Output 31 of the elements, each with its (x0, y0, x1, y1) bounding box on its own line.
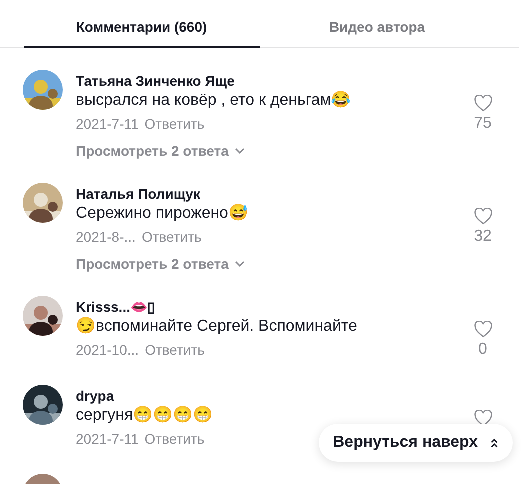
tab[interactable]: Комментарии (660) (24, 10, 260, 48)
comment-text: Сережино пирожено😅 (76, 203, 250, 224)
double-chevron-up-icon (490, 438, 499, 448)
view-replies-button[interactable]: Просмотреть 2 ответа (76, 256, 245, 272)
heart-icon[interactable] (474, 208, 492, 225)
reply-link[interactable]: Ответить (145, 342, 205, 358)
back-to-top-button[interactable]: Вернуться наверх (319, 424, 513, 462)
chevron-down-icon (234, 148, 245, 154)
view-replies-button[interactable]: Просмотреть 2 ответа (76, 143, 245, 159)
user-name[interactable]: Krisss...👄▯ (76, 298, 469, 316)
user-name[interactable]: drypa (76, 387, 469, 405)
heart-icon[interactable] (474, 321, 492, 338)
comment-text: высрался на ковёр , ето к деньгам😂 (76, 90, 352, 111)
user-name[interactable]: Татьяна Зинченко Яще (76, 72, 469, 90)
comment-date: 2021-7-11 (76, 431, 139, 447)
like-count: 32 (474, 228, 492, 246)
tab[interactable]: Видео автора (260, 10, 495, 48)
reply-link[interactable]: Ответить (144, 431, 205, 447)
comment-date: 2021-10... (76, 342, 140, 358)
like-count: 0 (478, 341, 488, 359)
user-name[interactable]: Наталья Полищук (76, 185, 469, 203)
comment-date: 2021-8-... (76, 229, 136, 245)
comment-text: 😏вспоминайте Сергей. Вспоминайте (76, 316, 358, 337)
comment-text: сергуня😁😁😁😁 (76, 405, 214, 426)
heart-icon[interactable] (474, 95, 492, 112)
heart-icon[interactable] (474, 410, 492, 427)
reply-link[interactable]: Ответить (144, 116, 205, 132)
reply-link[interactable]: Ответить (142, 229, 202, 245)
like-count: 75 (474, 115, 492, 133)
comment-date: 2021-7-11 (76, 116, 139, 132)
chevron-down-icon (234, 261, 245, 267)
